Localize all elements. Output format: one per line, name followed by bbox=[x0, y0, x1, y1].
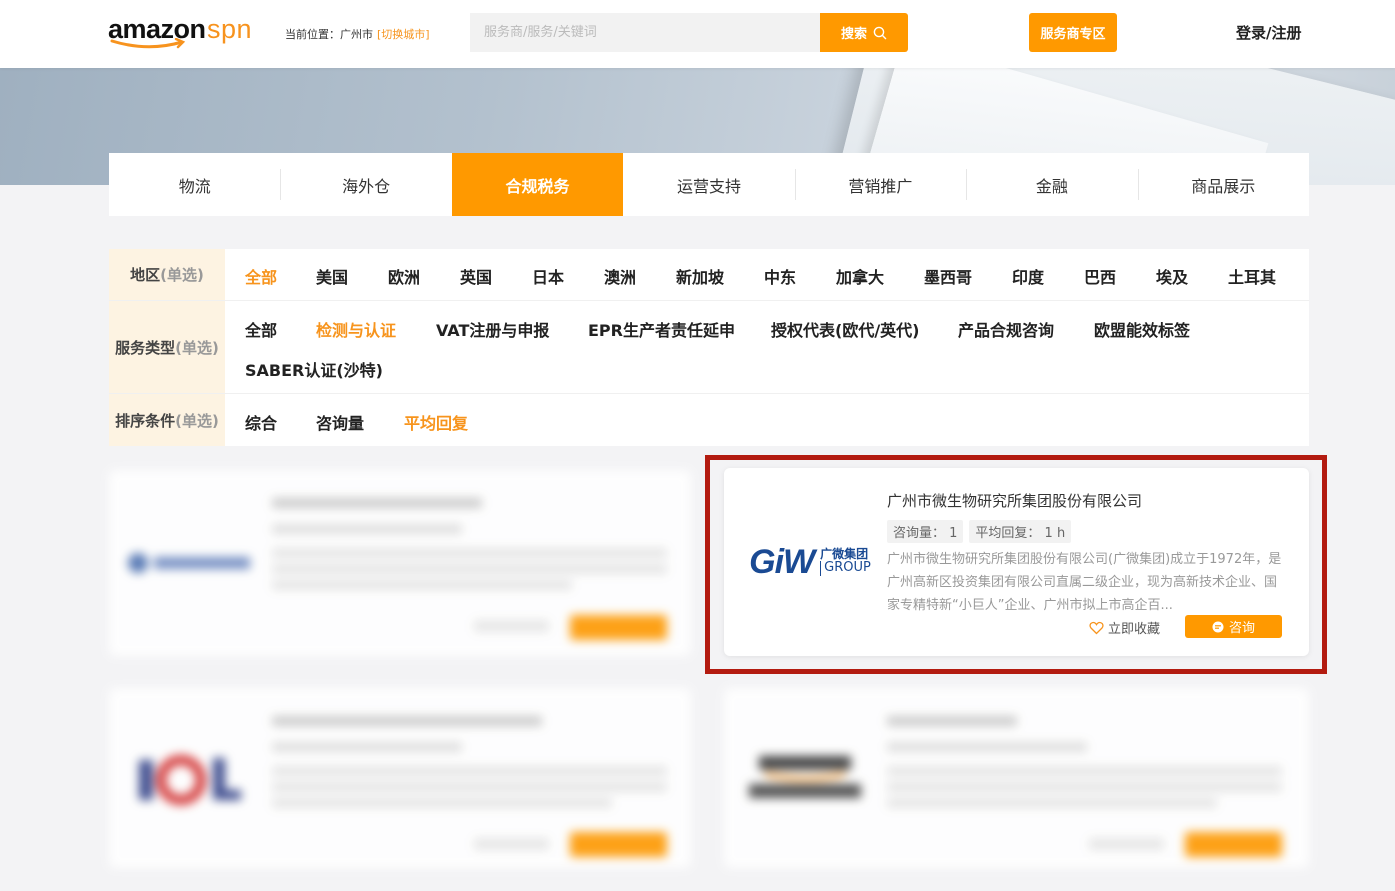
logo-giw-en: GROUP bbox=[820, 560, 871, 577]
service-option-epr[interactable]: EPR生产者责任延申 bbox=[588, 317, 735, 341]
sort-filter-row: 排序条件 (单选) 综合 咨询量 平均回复 bbox=[109, 394, 1309, 446]
consult-button[interactable]: 咨询 bbox=[1185, 615, 1282, 638]
provider-card-blurred[interactable] bbox=[109, 688, 691, 868]
service-option-authorized-rep[interactable]: 授权代表(欧代/英代) bbox=[771, 317, 919, 341]
sort-option-overall[interactable]: 综合 bbox=[245, 410, 277, 434]
consult-count-badge: 咨询量： 1 bbox=[887, 520, 964, 543]
blurred-consult-button bbox=[570, 832, 667, 857]
logo-suffix: spn bbox=[207, 14, 253, 44]
blurred-favorite bbox=[474, 620, 549, 632]
provider-card-blurred[interactable] bbox=[724, 688, 1309, 868]
blurred-text-block bbox=[272, 710, 672, 814]
region-option-br[interactable]: 巴西 bbox=[1084, 264, 1116, 288]
region-option-eu[interactable]: 欧洲 bbox=[388, 264, 420, 288]
category-tabs: 物流 海外仓 合规税务 运营支持 营销推广 金融 商品展示 bbox=[109, 153, 1309, 216]
sort-label-hint: (单选) bbox=[175, 411, 219, 430]
service-option-saber[interactable]: SABER认证(沙特) bbox=[245, 357, 383, 381]
tab-operations-support[interactable]: 运营支持 bbox=[623, 153, 794, 216]
logo-giw-text: GiW bbox=[749, 542, 815, 581]
region-option-all[interactable]: 全部 bbox=[245, 264, 277, 288]
provider-card-featured[interactable]: GiW 广微集团 GROUP 广州市微生物研究所集团股份有限公司 咨询量： 1 … bbox=[724, 468, 1309, 656]
region-filter-label: 地区 (单选) bbox=[109, 249, 225, 300]
service-type-label-hint: (单选) bbox=[175, 338, 219, 357]
service-option-compliance-consulting[interactable]: 产品合规咨询 bbox=[958, 317, 1054, 341]
amazon-smile-icon bbox=[110, 38, 186, 49]
provider-description: 广州市微生物研究所集团股份有限公司(广微集团)成立于1972年，是广州高新区投资… bbox=[887, 552, 1282, 613]
sort-label-text: 排序条件 bbox=[115, 411, 176, 430]
region-option-jp[interactable]: 日本 bbox=[532, 264, 564, 288]
search-input[interactable] bbox=[470, 13, 822, 52]
provider-logo-blurred bbox=[125, 738, 255, 818]
service-option-all[interactable]: 全部 bbox=[245, 317, 277, 341]
provider-meta: 咨询量： 1 平均回复： 1 h bbox=[887, 520, 1072, 543]
amazon-spn-logo[interactable]: amazon spn bbox=[108, 12, 258, 52]
provider-card-blurred[interactable] bbox=[109, 470, 691, 656]
region-option-us[interactable]: 美国 bbox=[316, 264, 348, 288]
login-register-link[interactable]: 登录/注册 bbox=[1236, 22, 1301, 43]
favorite-label: 立即收藏 bbox=[1108, 622, 1161, 637]
search-icon bbox=[873, 26, 887, 39]
service-type-filter-row: 服务类型 (单选) 全部 检测与认证 VAT注册与申报 EPR生产者责任延申 授权… bbox=[109, 301, 1309, 394]
region-option-mx[interactable]: 墨西哥 bbox=[924, 264, 972, 288]
consult-button-label: 咨询 bbox=[1228, 621, 1255, 636]
tab-logistics[interactable]: 物流 bbox=[109, 153, 280, 216]
tab-compliance-tax[interactable]: 合规税务 bbox=[451, 153, 624, 216]
search-button[interactable]: 搜索 bbox=[820, 13, 908, 52]
tab-finance[interactable]: 金融 bbox=[966, 153, 1137, 216]
avg-reply-badge: 平均回复： 1 h bbox=[969, 520, 1072, 543]
provider-zone-button[interactable]: 服务商专区 bbox=[1029, 13, 1117, 52]
region-option-tr[interactable]: 土耳其 bbox=[1228, 264, 1276, 288]
region-label-text: 地区 bbox=[130, 266, 161, 284]
filter-panel: 地区 (单选) 全部 美国 欧洲 英国 日本 澳洲 新加坡 中东 加拿大 墨西哥 … bbox=[109, 249, 1309, 446]
sort-filter-label: 排序条件 (单选) bbox=[109, 394, 225, 446]
blurred-consult-button bbox=[570, 615, 667, 640]
provider-logo-giw: GiW 广微集团 GROUP bbox=[740, 522, 880, 602]
provider-title[interactable]: 广州市微生物研究所集团股份有限公司 bbox=[887, 490, 1142, 511]
tab-overseas-warehouse[interactable]: 海外仓 bbox=[280, 153, 451, 216]
region-option-sg[interactable]: 新加坡 bbox=[676, 264, 724, 288]
blurred-text-block bbox=[272, 492, 667, 596]
region-option-au[interactable]: 澳洲 bbox=[604, 264, 636, 288]
search-button-label: 搜索 bbox=[840, 27, 867, 42]
sort-option-inquiries[interactable]: 咨询量 bbox=[316, 410, 364, 434]
heart-icon bbox=[1089, 621, 1104, 634]
region-filter-row: 地区 (单选) 全部 美国 欧洲 英国 日本 澳洲 新加坡 中东 加拿大 墨西哥 … bbox=[109, 249, 1309, 301]
favorite-button[interactable]: 立即收藏 bbox=[1089, 618, 1160, 637]
chat-icon bbox=[1212, 621, 1224, 632]
service-option-testing-certification[interactable]: 检测与认证 bbox=[316, 317, 396, 341]
blurred-text-block bbox=[887, 710, 1287, 814]
blurred-logo-icon bbox=[749, 756, 861, 798]
tab-product-display[interactable]: 商品展示 bbox=[1137, 153, 1309, 216]
top-header: amazon spn 当前位置：广州市 [切换城市] 搜索 服务商专区 登录/注册 bbox=[0, 0, 1395, 68]
blurred-consult-button bbox=[1185, 832, 1282, 857]
logo-giw-caption: 广微集团 GROUP bbox=[820, 546, 871, 577]
blurred-logo-icon bbox=[128, 553, 250, 573]
switch-city-link[interactable]: [切换城市] bbox=[377, 28, 430, 41]
region-label-hint: (单选) bbox=[160, 266, 204, 284]
location-label: 当前位置：广州市 bbox=[285, 28, 373, 41]
region-option-me[interactable]: 中东 bbox=[764, 264, 796, 288]
blurred-favorite bbox=[474, 838, 549, 850]
provider-logo-blurred bbox=[125, 523, 255, 603]
blurred-favorite bbox=[1089, 838, 1164, 850]
provider-logo-blurred bbox=[740, 738, 870, 818]
region-option-eg[interactable]: 埃及 bbox=[1156, 264, 1188, 288]
region-option-in[interactable]: 印度 bbox=[1012, 264, 1044, 288]
region-option-ca[interactable]: 加拿大 bbox=[836, 264, 884, 288]
tab-marketing[interactable]: 营销推广 bbox=[794, 153, 966, 216]
service-type-filter-label: 服务类型 (单选) bbox=[109, 301, 225, 393]
service-option-vat[interactable]: VAT注册与申报 bbox=[436, 317, 549, 341]
service-type-label-text: 服务类型 bbox=[115, 338, 176, 357]
sort-option-avg-reply[interactable]: 平均回复 bbox=[404, 410, 468, 434]
current-location: 当前位置：广州市 [切换城市] bbox=[285, 26, 430, 42]
blurred-logo-icon bbox=[139, 755, 241, 805]
region-option-uk[interactable]: 英国 bbox=[460, 264, 492, 288]
service-option-eu-energy-label[interactable]: 欧盟能效标签 bbox=[1094, 317, 1190, 341]
logo-giw-cn: 广微集团 bbox=[820, 546, 869, 561]
